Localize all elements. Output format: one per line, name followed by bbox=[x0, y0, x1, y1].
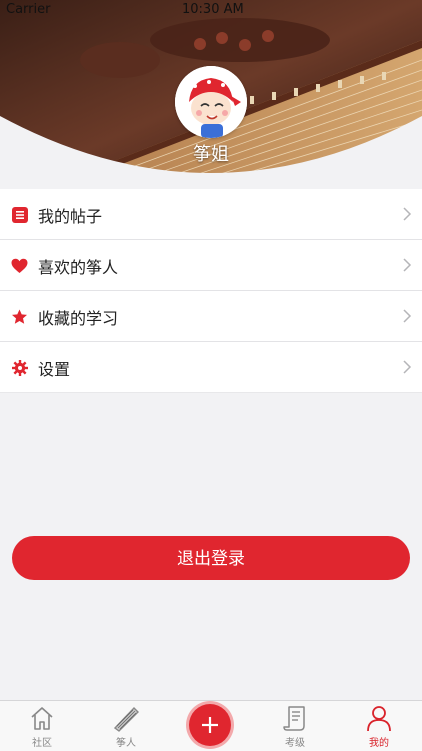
star-icon bbox=[11, 308, 28, 325]
list-icon bbox=[11, 206, 28, 223]
heart-icon bbox=[11, 257, 28, 274]
tab-label: 筝人 bbox=[116, 738, 136, 749]
chevron-right-icon bbox=[403, 207, 412, 221]
menu-item-saved-lessons[interactable]: 收藏的学习 bbox=[0, 291, 422, 342]
tab-community[interactable]: 社区 bbox=[0, 701, 84, 751]
menu-item-liked-players[interactable]: 喜欢的筝人 bbox=[0, 240, 422, 291]
add-post-button[interactable] bbox=[189, 704, 231, 746]
menu-item-label: 喜欢的筝人 bbox=[38, 258, 119, 277]
tab-exam[interactable]: 考级 bbox=[253, 701, 337, 751]
menu-item-settings[interactable]: 设置 bbox=[0, 342, 422, 393]
scroll-icon bbox=[283, 706, 305, 731]
tab-players[interactable]: 筝人 bbox=[84, 701, 168, 751]
menu-item-label: 我的帖子 bbox=[38, 207, 103, 226]
chevron-right-icon bbox=[403, 309, 412, 323]
menu-item-my-posts[interactable]: 我的帖子 bbox=[0, 189, 422, 240]
carrier-label: Carrier bbox=[6, 2, 51, 17]
chevron-right-icon bbox=[403, 360, 412, 374]
chevron-right-icon bbox=[403, 258, 412, 272]
plus-icon bbox=[202, 717, 218, 733]
gear-icon bbox=[11, 359, 28, 376]
profile-menu: 我的帖子 喜欢的筝人 收藏的学习 设置 bbox=[0, 189, 422, 393]
status-time: 10:30 AM bbox=[182, 2, 244, 17]
tab-mine[interactable]: 我的 bbox=[337, 701, 421, 751]
profile-name: 筝姐 bbox=[193, 144, 229, 165]
avatar[interactable] bbox=[175, 66, 247, 138]
status-bar: Carrier 10:30 AM bbox=[0, 0, 422, 20]
menu-item-label: 收藏的学习 bbox=[38, 309, 119, 328]
tab-label: 考级 bbox=[285, 738, 305, 749]
person-icon bbox=[367, 706, 391, 732]
tab-label: 社区 bbox=[32, 738, 52, 749]
guzheng-icon bbox=[113, 706, 139, 732]
avatar-cartoon-icon bbox=[175, 66, 247, 138]
profile-header: Carrier 10:30 AM 筝姐 bbox=[0, 0, 422, 188]
home-icon bbox=[31, 707, 53, 730]
logout-button[interactable]: 退出登录 bbox=[12, 536, 410, 580]
tab-label: 我的 bbox=[369, 738, 389, 749]
menu-item-label: 设置 bbox=[38, 360, 71, 379]
